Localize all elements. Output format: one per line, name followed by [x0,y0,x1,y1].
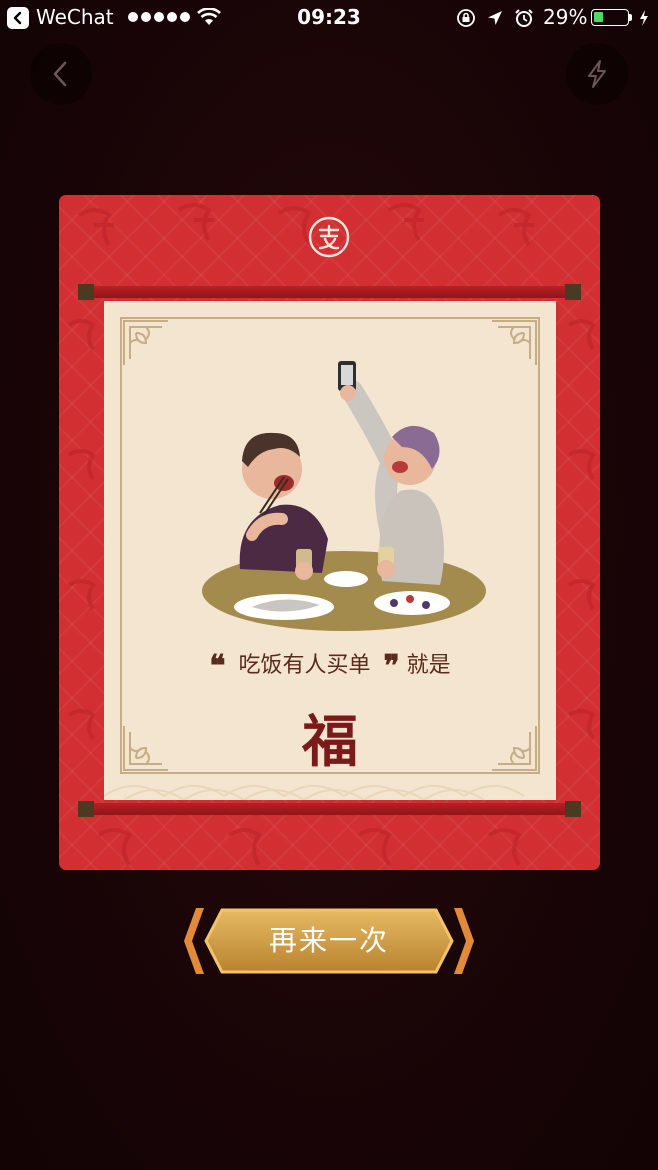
location-arrow-icon [488,11,502,25]
back-button[interactable] [30,43,92,105]
battery-icon [591,9,629,26]
corner-ornament-icon [492,320,537,365]
alarm-icon [515,9,533,27]
chevron-left-icon [53,61,67,87]
scroll-bottom-rod [78,801,581,817]
quote-close-icon: ❞ [383,649,400,684]
scroll-paper: ❝ 吃饭有人买单 ❞ 就是 福 [104,301,556,800]
rotation-lock-icon [457,9,475,27]
slogan-suffix: 就是 [406,653,451,678]
quote-open-icon: ❝ [209,649,226,684]
lightning-icon [588,60,606,88]
cloud-wave-decoration [104,785,525,800]
flash-toggle-button[interactable] [566,43,628,105]
dining-illustration [202,361,486,631]
battery-level-fill [594,12,603,22]
retry-button[interactable]: 再来一次 [170,904,488,978]
retry-button-label: 再来一次 [268,924,389,957]
battery-nub [629,14,632,21]
slogan-line: ❝ 吃饭有人买单 ❞ 就是 [104,647,556,684]
scroll-top-rod [78,284,581,300]
corner-ornament-icon [123,320,168,365]
alipay-logo-icon [308,216,350,258]
status-bar: WeChat 09:23 29% [0,0,658,38]
battery-percent: 29% [543,5,588,29]
fu-card: ❝ 吃饭有人买单 ❞ 就是 福 [59,195,600,870]
slogan-text: 吃饭有人买单 [238,653,371,678]
charging-bolt-icon [640,10,648,26]
